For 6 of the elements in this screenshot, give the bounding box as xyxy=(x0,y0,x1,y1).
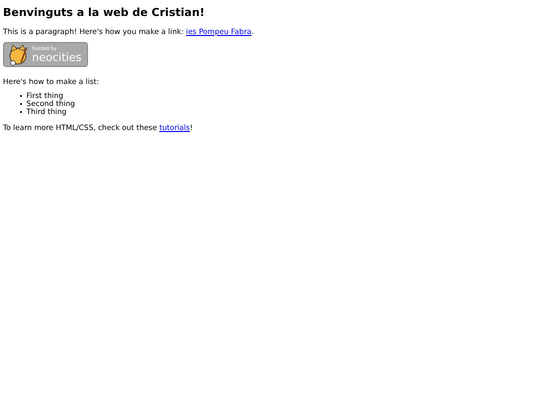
bullet-icon xyxy=(20,110,22,114)
bullet-icon xyxy=(20,94,22,98)
bullet-icon xyxy=(20,102,22,106)
cat-icon xyxy=(7,44,29,66)
page-heading: Benvinguts a la web de Cristian! xyxy=(3,6,206,19)
badge-title: neocities xyxy=(32,52,82,62)
